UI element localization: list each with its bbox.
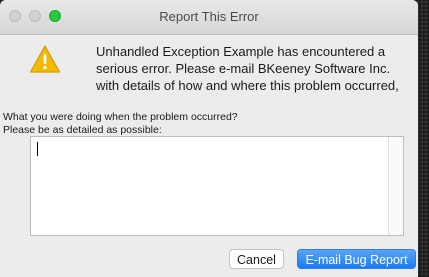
title-bar[interactable]: Report This Error — [0, 0, 418, 35]
error-report-dialog: Report This Error Unhandled Exception Ex… — [0, 0, 418, 277]
cancel-button[interactable]: Cancel — [229, 249, 284, 269]
problem-details-textarea[interactable] — [30, 136, 404, 236]
details-prompt: What you were doing when the problem occ… — [3, 111, 238, 137]
window-title: Report This Error — [159, 9, 259, 24]
text-caret — [37, 142, 38, 156]
email-bug-report-button[interactable]: E-mail Bug Report — [297, 249, 416, 269]
error-message: Unhandled Exception Example has encounte… — [96, 44, 399, 93]
textarea-scrollbar[interactable] — [388, 137, 403, 235]
warning-icon — [29, 45, 61, 73]
details-prompt-line-1: What you were doing when the problem occ… — [3, 111, 238, 123]
